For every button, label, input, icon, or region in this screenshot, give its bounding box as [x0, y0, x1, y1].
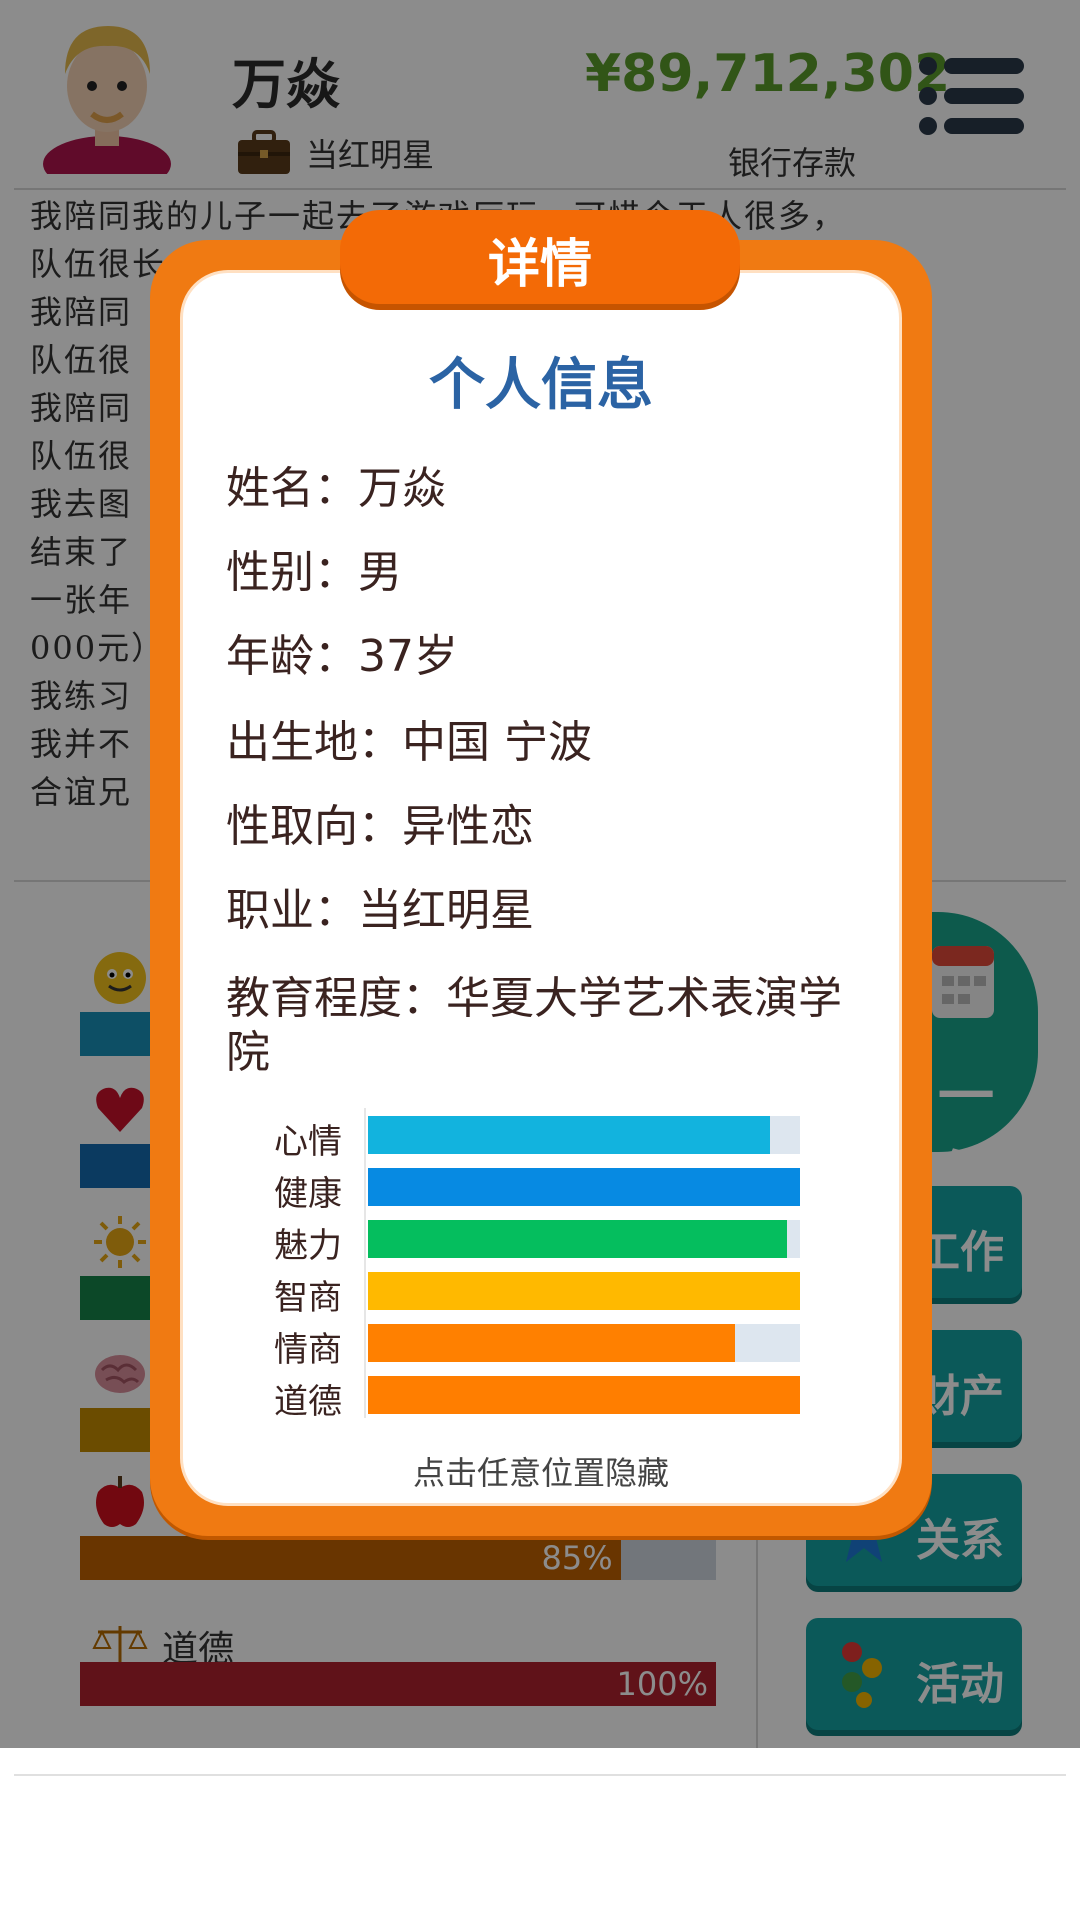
- info-name: 姓名：万焱: [226, 462, 846, 516]
- attr-label: 智商: [274, 1278, 342, 1318]
- attr-track: [368, 1376, 800, 1414]
- info-value: 37岁: [358, 631, 458, 682]
- attr-row: 健康: [226, 1166, 806, 1214]
- attr-fill: [368, 1116, 770, 1154]
- info-value: 当红明星: [358, 885, 534, 936]
- attr-label: 心情: [274, 1122, 342, 1162]
- info-label: 姓名：: [226, 463, 358, 514]
- info-label: 年龄：: [226, 631, 358, 682]
- info-label: 性别：: [226, 547, 358, 598]
- attr-track: [368, 1272, 800, 1310]
- info-birthplace: 出生地：中国 宁波: [226, 716, 846, 770]
- info-label: 性取向：: [226, 801, 402, 852]
- info-value: 中国 宁波: [402, 717, 592, 768]
- section-title: 个人信息: [429, 353, 653, 418]
- info-label: 出生地：: [226, 717, 402, 768]
- attr-row: 心情: [226, 1114, 806, 1162]
- info-gender: 性别：男: [226, 546, 846, 600]
- info-age: 年龄：37岁: [226, 630, 846, 684]
- attr-track: [368, 1220, 800, 1258]
- info-value: 万焱: [358, 463, 446, 514]
- divider: [14, 1774, 1066, 1776]
- info-occupation: 职业：当红明星: [226, 884, 846, 938]
- attr-label: 健康: [274, 1174, 342, 1214]
- dismiss-hint[interactable]: 点击任意位置隐藏: [150, 1448, 932, 1494]
- attr-label: 道德: [274, 1382, 342, 1422]
- info-orientation: 性取向：异性恋: [226, 800, 846, 854]
- modal-title: 详情: [487, 235, 592, 295]
- attr-track: [368, 1116, 800, 1154]
- attr-label: 情商: [274, 1330, 342, 1370]
- attr-label: 魅力: [274, 1226, 342, 1266]
- modal-header-tab: 详情: [340, 210, 740, 304]
- info-value: 男: [358, 547, 402, 598]
- attr-fill: [368, 1272, 800, 1310]
- attr-row: 情商: [226, 1322, 806, 1370]
- attr-fill: [368, 1220, 788, 1258]
- attr-track: [368, 1324, 800, 1362]
- info-label: 职业：: [226, 885, 358, 936]
- attr-track: [368, 1168, 800, 1206]
- attr-fill: [368, 1376, 800, 1414]
- attr-fill: [368, 1324, 736, 1362]
- attr-row: 魅力: [226, 1218, 806, 1266]
- attr-row: 智商: [226, 1270, 806, 1318]
- attr-row: 道德: [226, 1374, 806, 1422]
- info-label: 教育程度：: [226, 973, 446, 1024]
- info-education: 教育程度：华夏大学艺术表演学院: [226, 972, 846, 1080]
- attr-fill: [368, 1168, 800, 1206]
- info-value: 异性恋: [402, 801, 534, 852]
